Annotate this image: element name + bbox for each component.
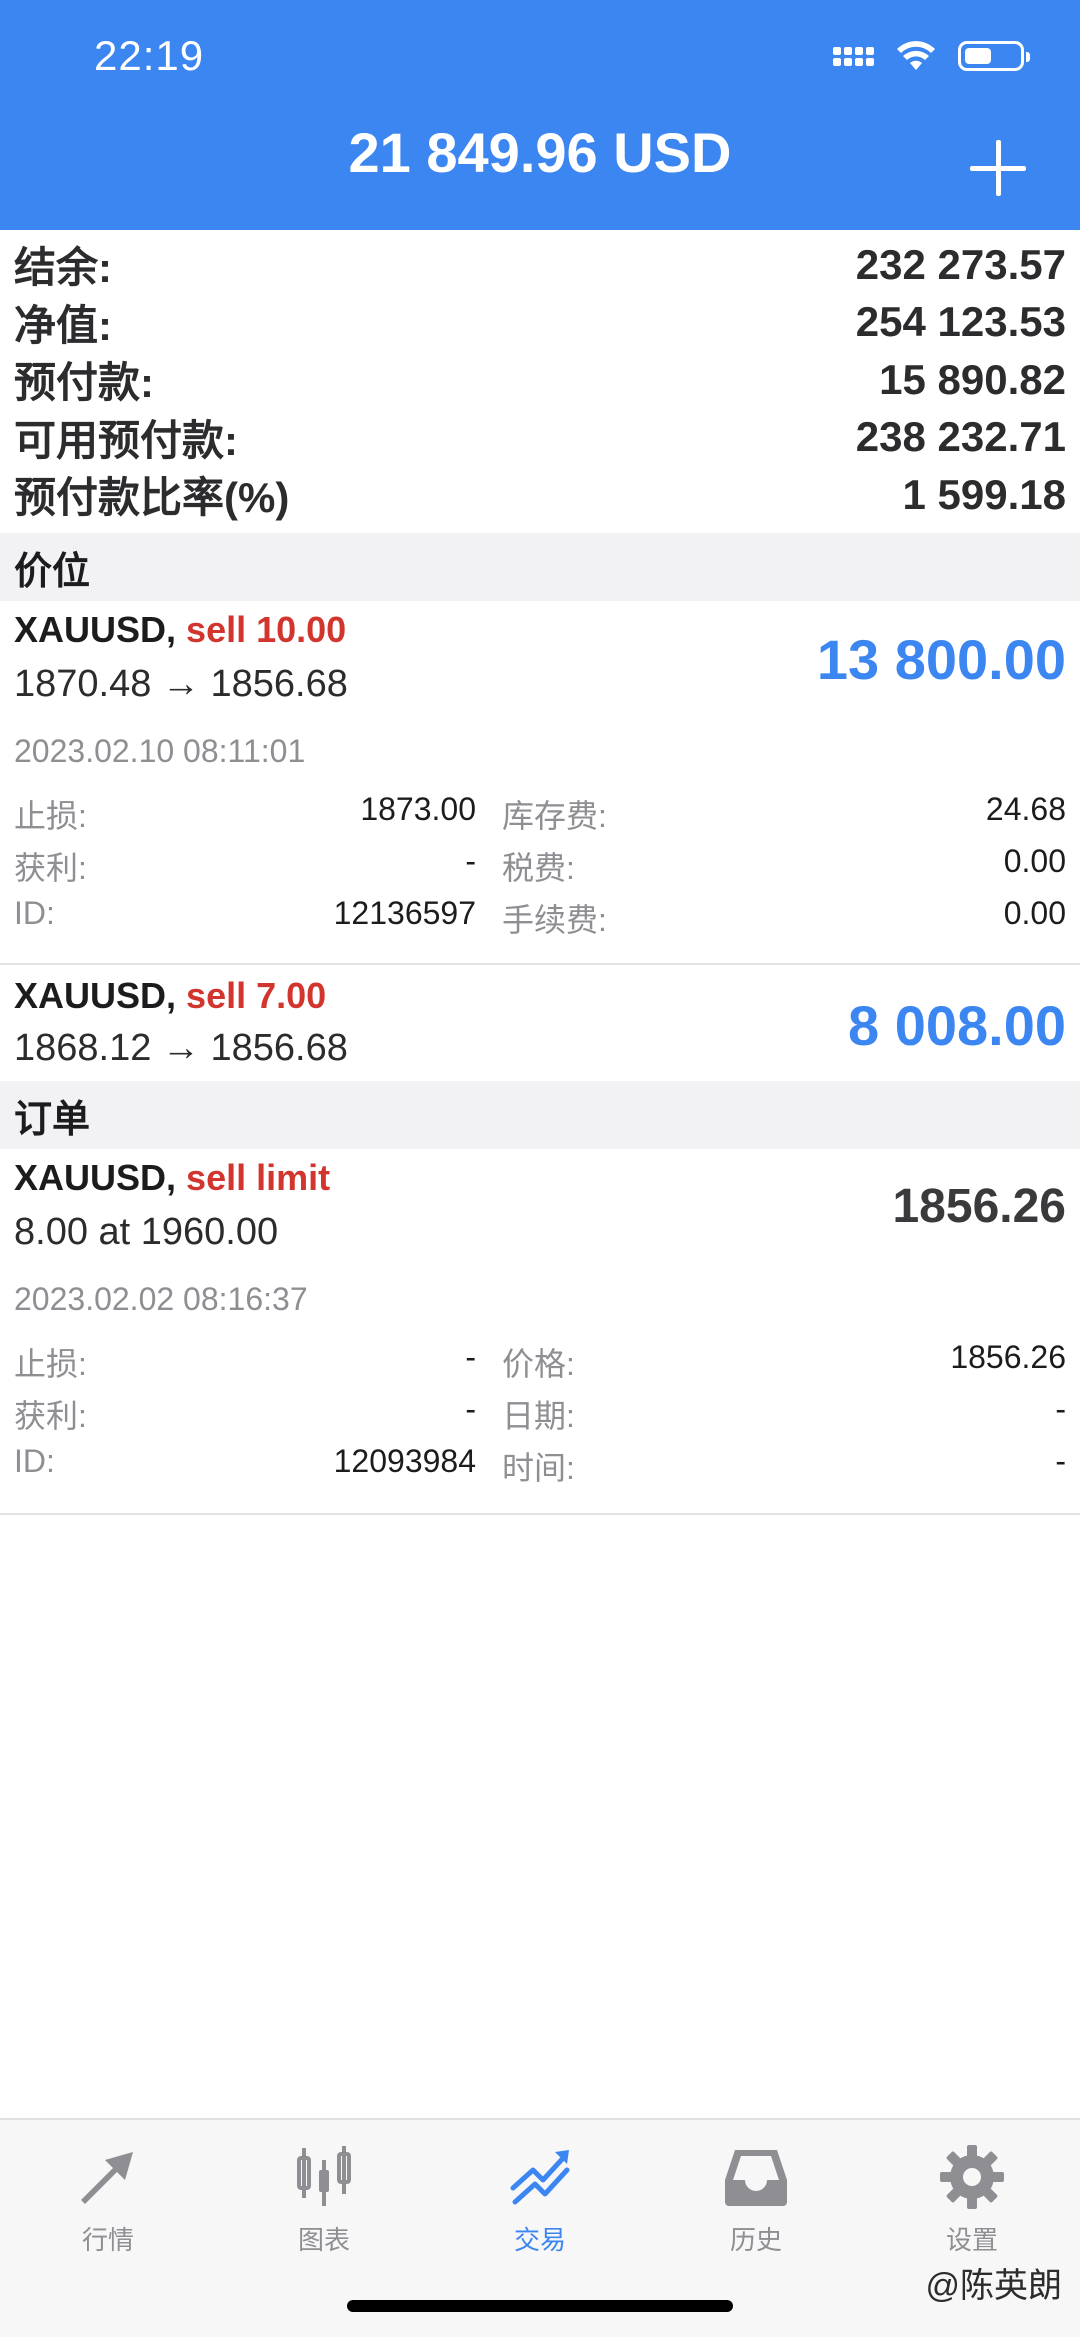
tab-quotes[interactable]: 行情 [28, 2142, 188, 2257]
new-order-button[interactable] [970, 140, 1026, 196]
detail-label: 税费: [502, 850, 575, 886]
summary-row-free-margin: 可用预付款: 238 232.71 [0, 409, 1080, 467]
order-current-price: 1856.26 [892, 1180, 1066, 1233]
detail-value: 0.00 [1003, 895, 1066, 931]
detail-value: - [465, 1339, 476, 1375]
detail-label: 获利: [14, 1398, 87, 1434]
detail-value: - [465, 843, 476, 879]
detail-label: 价格: [502, 1346, 575, 1382]
summary-value: 15 890.82 [879, 355, 1066, 403]
tab-label: 行情 [81, 2225, 134, 2255]
summary-value: 232 273.57 [855, 240, 1066, 288]
home-indicator[interactable] [347, 2300, 733, 2312]
summary-label: 可用预付款: [14, 416, 238, 464]
detail-value: - [1055, 1391, 1066, 1427]
tab-chart[interactable]: 图表 [244, 2142, 404, 2257]
detail-value: 1856.26 [950, 1339, 1066, 1375]
detail-label: 手续费: [502, 902, 607, 938]
position-side: sell 10.00 [186, 609, 347, 650]
position-card[interactable]: XAUUSD, sell 10.00 1870.48 → 1856.68 13 … [0, 601, 1080, 965]
settings-icon [940, 2145, 1004, 2209]
app-header: 22:19 21 849.96 USD [0, 0, 1080, 230]
detail-label: 日期: [502, 1398, 575, 1434]
position-profit: 8 008.00 [848, 994, 1066, 1057]
summary-row-equity: 净值: 254 123.53 [0, 294, 1080, 352]
summary-row-margin-level: 预付款比率(%) 1 599.18 [0, 466, 1080, 524]
summary-value: 238 232.71 [855, 413, 1066, 461]
detail-value: - [1055, 1443, 1066, 1479]
positions-section-header: 价位 [0, 533, 1080, 601]
tab-label: 交易 [513, 2225, 566, 2255]
detail-value: 12136597 [333, 895, 476, 931]
tab-label: 历史 [729, 2225, 782, 2255]
detail-label: 库存费: [502, 798, 607, 834]
tab-settings[interactable]: 设置 [892, 2142, 1052, 2257]
position-profit: 13 800.00 [816, 628, 1066, 691]
orders-section-header: 订单 [0, 1081, 1080, 1149]
detail-label: 止损: [14, 798, 87, 834]
position-symbol: XAUUSD, sell 7.00 [14, 975, 327, 1016]
tab-trade[interactable]: 交易 [460, 2142, 620, 2257]
detail-label: 时间: [502, 1450, 575, 1486]
history-icon [725, 2150, 787, 2206]
summary-label: 净值: [14, 301, 112, 349]
detail-value: 1873.00 [360, 791, 476, 827]
order-symbol: XAUUSD, sell limit [14, 1157, 331, 1198]
detail-value: - [465, 1391, 476, 1427]
detail-value: 24.68 [985, 791, 1066, 827]
detail-value: 12093984 [333, 1443, 476, 1479]
detail-label: ID: [14, 1443, 55, 1479]
status-icons [833, 40, 1030, 72]
wifi-icon [897, 41, 935, 70]
summary-label: 预付款: [14, 359, 154, 407]
page-title: 21 849.96 USD [348, 121, 732, 184]
chart-icon [297, 2146, 351, 2206]
position-prices: 1870.48 → 1856.68 [14, 663, 348, 705]
summary-label: 预付款比率(%) [14, 474, 290, 522]
tab-label: 图表 [297, 2225, 350, 2255]
status-time: 22:19 [94, 32, 205, 79]
tab-history[interactable]: 历史 [676, 2142, 836, 2257]
detail-label: 获利: [14, 850, 87, 886]
cellular-signal-icon [833, 46, 874, 66]
order-card[interactable]: XAUUSD, sell limit 8.00 at 1960.00 1856.… [0, 1149, 1080, 1515]
summary-row-balance: 结余: 232 273.57 [0, 236, 1080, 294]
account-summary: 结余: 232 273.57 净值: 254 123.53 预付款: 15 89… [0, 236, 1080, 524]
detail-label: ID: [14, 895, 55, 931]
battery-icon [958, 41, 1030, 71]
watermark: @陈英朗 [925, 2267, 1062, 2305]
order-side: sell limit [186, 1157, 331, 1198]
position-card[interactable]: XAUUSD, sell 7.00 1868.12 → 1856.68 8 00… [0, 965, 1080, 1081]
summary-label: 结余: [14, 244, 112, 292]
order-time: 2023.02.02 08:16:37 [14, 1281, 308, 1317]
position-side: sell 7.00 [186, 975, 327, 1016]
detail-value: 0.00 [1003, 843, 1066, 879]
summary-value: 254 123.53 [855, 298, 1066, 346]
summary-row-margin: 预付款: 15 890.82 [0, 351, 1080, 409]
position-time: 2023.02.10 08:11:01 [14, 733, 306, 769]
tab-label: 设置 [945, 2225, 998, 2255]
position-prices: 1868.12 → 1856.68 [14, 1027, 348, 1069]
position-symbol: XAUUSD, sell 10.00 [14, 609, 347, 650]
trade-icon [510, 2150, 570, 2205]
summary-value: 1 599.18 [902, 470, 1067, 518]
order-description: 8.00 at 1960.00 [14, 1211, 279, 1253]
quotes-icon [81, 2152, 133, 2204]
detail-label: 止损: [14, 1346, 87, 1382]
